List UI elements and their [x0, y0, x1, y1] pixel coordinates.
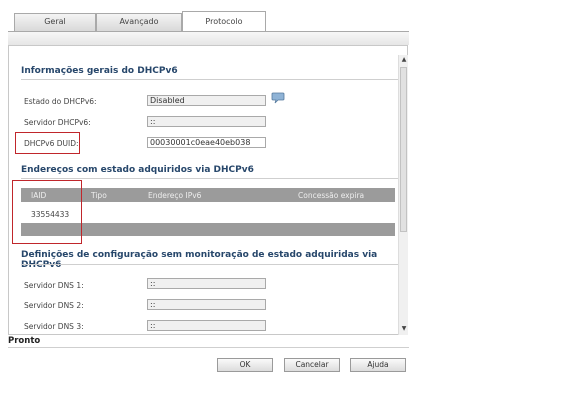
tab-protocolo[interactable]: Protocolo: [182, 11, 266, 32]
dns1-field: ::: [147, 278, 266, 289]
section-title-config: Definições de configuração sem monitoraç…: [21, 250, 378, 270]
scrollbar-thumb[interactable]: [400, 67, 407, 232]
ok-button[interactable]: OK: [217, 358, 273, 372]
section-title-general: Informações gerais do DHCPv6: [21, 66, 178, 76]
tab-bar-band: [8, 32, 409, 45]
section-divider: [21, 79, 399, 80]
dns2-field: ::: [147, 299, 266, 310]
section-title-addresses: Endereços com estado adquiridos via DHCP…: [21, 165, 254, 175]
dhcpv6-server-field: ::: [147, 116, 266, 127]
help-button[interactable]: Ajuda: [350, 358, 406, 372]
section-divider: [21, 264, 399, 265]
dns2-label: Servidor DNS 2:: [24, 301, 84, 310]
vertical-scrollbar[interactable]: ▲ ▼: [398, 55, 408, 335]
dhcpv6-duid-field: 00030001c0eae40eb038: [147, 137, 266, 148]
tab-geral[interactable]: Geral: [14, 13, 96, 31]
status-divider: [8, 347, 409, 348]
dhcpv6-state-field: Disabled: [147, 95, 266, 106]
tab-avancado[interactable]: Avançado: [96, 13, 182, 31]
status-text: Pronto: [8, 336, 41, 346]
speech-bubble-icon[interactable]: [271, 92, 285, 104]
dhcpv6-server-label: Servidor DHCPv6:: [24, 118, 91, 127]
duid-highlight-box: [15, 132, 80, 154]
iaid-highlight-box: [12, 180, 82, 244]
column-header-type: Tipo: [91, 191, 107, 200]
dns3-field: ::: [147, 320, 266, 331]
dhcpv6-state-label: Estado do DHCPv6:: [24, 97, 97, 106]
column-header-lease-expires: Concessão expira: [298, 191, 365, 200]
dns3-label: Servidor DNS 3:: [24, 322, 84, 331]
dns1-label: Servidor DNS 1:: [24, 281, 84, 290]
cancel-button[interactable]: Cancelar: [284, 358, 340, 372]
scroll-up-arrow-icon[interactable]: ▲: [399, 55, 409, 65]
scroll-down-arrow-icon[interactable]: ▼: [399, 324, 409, 334]
column-header-ipv6-address: Endereço IPv6: [148, 191, 202, 200]
section-divider: [21, 178, 399, 179]
